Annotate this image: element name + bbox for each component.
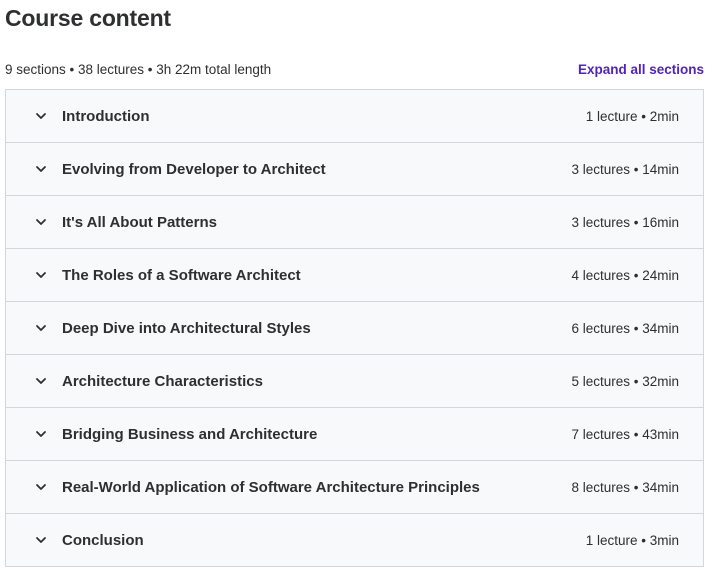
section-meta: 7 lectures • 43min [571,426,679,442]
chevron-down-icon [34,427,48,441]
section-header[interactable]: Evolving from Developer to Architect 3 l… [6,143,703,196]
section-meta: 6 lectures • 34min [571,320,679,336]
section-title: Deep Dive into Architectural Styles [62,319,311,337]
page-title: Course content [5,5,171,31]
chevron-down-icon [34,162,48,176]
section-title: Evolving from Developer to Architect [62,160,326,178]
section-title: It's All About Patterns [62,213,217,231]
section-title: Real-World Application of Software Archi… [62,478,480,496]
course-content-panel: Course content 9 sections • 38 lectures … [0,0,709,574]
section-header[interactable]: Conclusion 1 lecture • 3min [6,514,703,566]
section-header[interactable]: Introduction 1 lecture • 2min [6,90,703,143]
section-title: Introduction [62,107,150,125]
section-title: Conclusion [62,531,144,549]
section-meta: 3 lectures • 16min [571,214,679,230]
section-header[interactable]: Architecture Characteristics 5 lectures … [6,355,703,408]
section-meta: 1 lecture • 3min [585,532,679,548]
section-header[interactable]: Bridging Business and Architecture 7 lec… [6,408,703,461]
expand-all-sections-button[interactable]: Expand all sections [578,62,704,77]
section-title: Architecture Characteristics [62,372,263,390]
course-summary: 9 sections • 38 lectures • 3h 22m total … [5,61,272,77]
chevron-down-icon [34,533,48,547]
section-header[interactable]: Real-World Application of Software Archi… [6,461,703,514]
chevron-down-icon [34,268,48,282]
section-meta: 8 lectures • 34min [571,479,679,495]
section-meta: 4 lectures • 24min [571,267,679,283]
section-header[interactable]: Deep Dive into Architectural Styles 6 le… [6,302,703,355]
course-summary-row: 9 sections • 38 lectures • 3h 22m total … [5,58,704,80]
section-header[interactable]: The Roles of a Software Architect 4 lect… [6,249,703,302]
chevron-down-icon [34,374,48,388]
chevron-down-icon [34,109,48,123]
section-meta: 1 lecture • 2min [585,108,679,124]
section-list: Introduction 1 lecture • 2min Evolving f… [5,89,704,567]
chevron-down-icon [34,215,48,229]
section-meta: 3 lectures • 14min [571,161,679,177]
chevron-down-icon [34,480,48,494]
section-header[interactable]: It's All About Patterns 3 lectures • 16m… [6,196,703,249]
section-title: Bridging Business and Architecture [62,425,318,443]
section-title: The Roles of a Software Architect [62,266,301,284]
section-meta: 5 lectures • 32min [571,373,679,389]
chevron-down-icon [34,321,48,335]
